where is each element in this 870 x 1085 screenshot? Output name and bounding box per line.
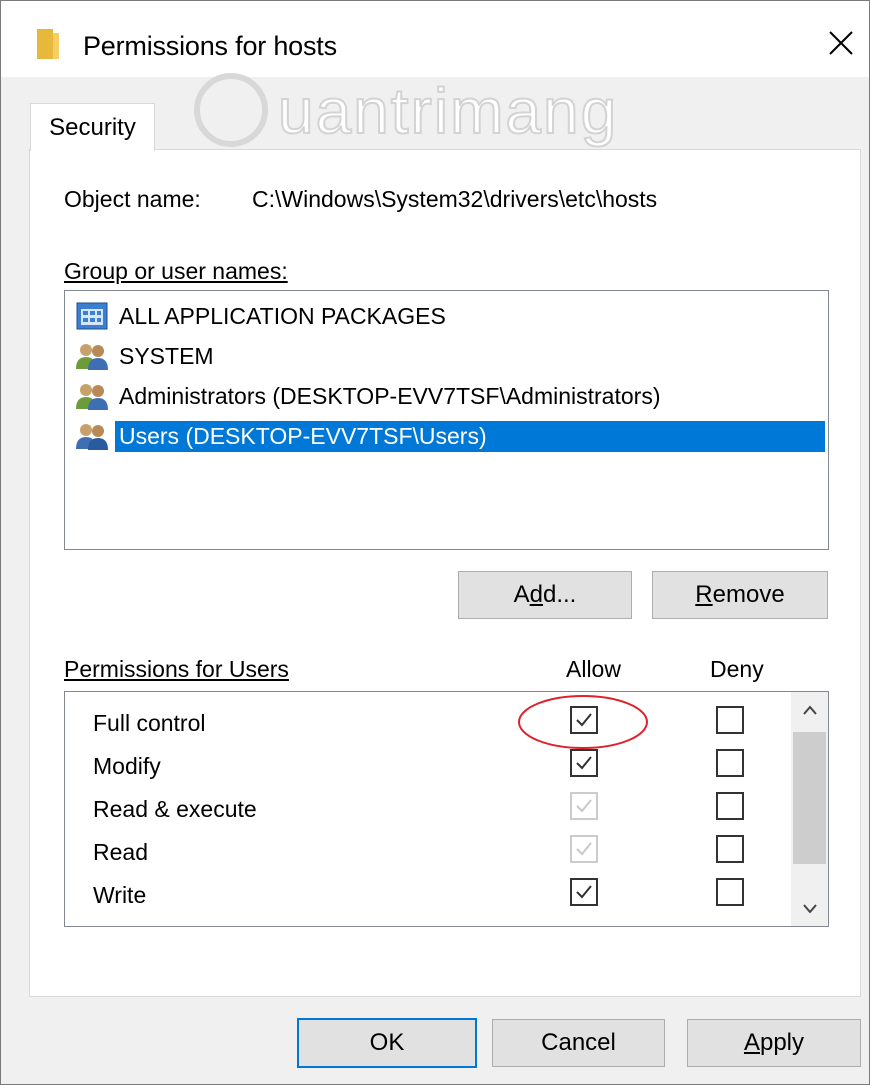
permission-row: Full control [65,704,791,746]
title-bar: Permissions for hosts [1,1,869,77]
ok-button-label: OK [369,1029,405,1056]
list-item-all-application-packages[interactable]: ALL APPLICATION PACKAGES [75,297,450,335]
chevron-down-icon [802,904,817,914]
permission-name: Read [93,839,148,865]
list-item-system[interactable]: SYSTEM [75,337,218,375]
remove-button[interactable]: Remove [652,571,828,619]
users-icon [75,379,115,413]
deny-checkbox[interactable] [716,878,744,906]
folder-icon [37,29,59,64]
allow-checkbox[interactable] [570,706,598,734]
add-button-label: Add... [514,581,577,609]
svg-text:uantrimang: uantrimang [278,75,618,147]
remove-button-label: Remove [695,581,784,609]
permission-row: Write [65,876,791,918]
deny-checkbox[interactable] [716,792,744,820]
apply-button[interactable]: Apply [687,1019,861,1067]
deny-checkbox[interactable] [716,835,744,863]
remove-label-post: emove [712,581,785,608]
users-icon [75,339,115,373]
object-name-value: C:\Windows\System32\drivers\etc\hosts [252,186,658,212]
chevron-up-icon [802,705,817,715]
deny-checkbox[interactable] [716,749,744,777]
permission-name: Read & execute [93,796,257,822]
group-user-list[interactable]: ALL APPLICATION PACKAGES SYSTEM Administ… [64,290,829,550]
permission-name: Write [93,882,147,908]
apply-label-key: A [743,1029,760,1056]
tab-security-label: Security [49,113,136,141]
group-names-label-text: Group or user names: [64,258,288,284]
permission-row: Read & execute [65,790,791,832]
remove-label-key: R [695,581,713,608]
list-item-label: SYSTEM [119,342,214,369]
allow-checkbox[interactable] [570,749,598,777]
list-item-label: ALL APPLICATION PACKAGES [119,302,446,329]
permission-row: Read [65,833,791,875]
deny-checkbox[interactable] [716,706,744,734]
close-button[interactable] [821,23,861,63]
list-item-users[interactable]: Users (DESKTOP-EVV7TSF\Users) [75,417,825,455]
deny-header: Deny [710,656,764,682]
allow-header: Allow [566,656,621,682]
ok-button[interactable]: OK [297,1018,477,1068]
list-item-administrators[interactable]: Administrators (DESKTOP-EVV7TSF\Administ… [75,377,664,415]
allow-checkbox[interactable] [570,878,598,906]
permission-row: Modify [65,747,791,789]
list-item-label: Users (DESKTOP-EVV7TSF\Users) [115,420,825,452]
tab-security[interactable]: Security [30,103,155,151]
security-panel: Object name: C:\Windows\System32\drivers… [29,149,861,997]
scroll-up-button[interactable] [791,692,828,728]
add-button[interactable]: Add... [458,571,632,619]
close-icon [829,31,853,55]
permissions-list: Full control Modify Read & execute Read Writ… [64,691,829,927]
scroll-down-button[interactable] [791,890,828,926]
add-label-key: d [529,581,543,608]
permissions-for-label: Permissions for Users [64,656,289,682]
apply-button-label: Apply [744,1029,804,1057]
add-label-post: d... [543,581,577,608]
permission-name: Modify [93,753,161,779]
users-icon [75,419,115,453]
cancel-button[interactable]: Cancel [492,1019,665,1067]
watermark-logo: uantrimang [194,73,618,148]
app-packages-icon [75,299,115,333]
list-item-label: Administrators (DESKTOP-EVV7TSF\Administ… [119,382,661,409]
permissions-dialog: Permissions for hosts uantrimang Securit… [0,0,870,1085]
apply-label-post: pply [759,1029,805,1056]
allow-checkbox [570,835,598,863]
allow-checkbox [570,792,598,820]
window-title: Permissions for hosts [83,31,337,61]
permissions-scrollbar[interactable] [791,692,828,926]
scroll-thumb[interactable] [793,732,826,864]
add-label-pre: A [513,581,530,608]
cancel-button-label: Cancel [541,1029,616,1056]
group-names-label: Group or user names: [64,258,288,285]
object-name-label: Object name: [64,186,201,212]
permission-name: Full control [93,710,206,736]
